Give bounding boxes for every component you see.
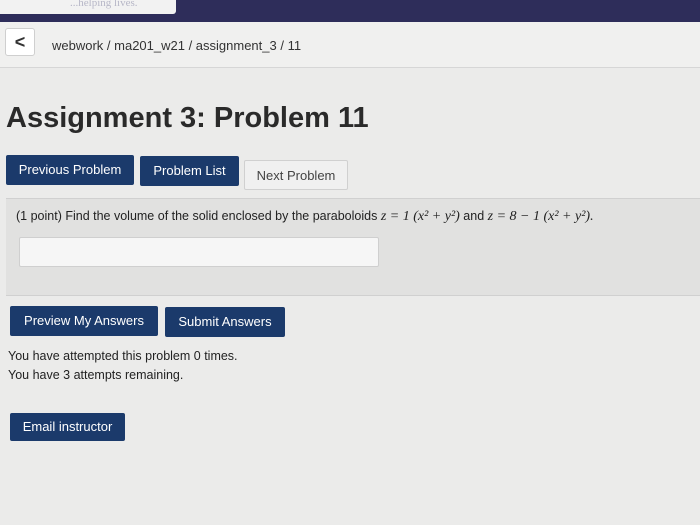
breadcrumb[interactable]: webwork / ma201_w21 / assignment_3 / 11: [52, 38, 301, 53]
preview-answers-button[interactable]: Preview My Answers: [10, 306, 158, 336]
attempts-made-text: You have attempted this problem 0 times.: [8, 349, 238, 363]
answer-input[interactable]: [19, 237, 379, 267]
problem-list-button[interactable]: Problem List: [140, 156, 239, 186]
problem-intro: (1 point) Find the volume of the solid e…: [16, 209, 378, 223]
chevron-left-icon: <: [14, 32, 26, 52]
browser-tab-text: ...helping lives.: [70, 0, 138, 9]
back-button[interactable]: <: [5, 28, 35, 56]
page-title: Assignment 3: Problem 11: [6, 102, 369, 134]
submit-answers-button[interactable]: Submit Answers: [165, 307, 285, 337]
previous-problem-button[interactable]: Previous Problem: [6, 155, 134, 185]
next-problem-button[interactable]: Next Problem: [244, 160, 348, 190]
problem-connector: and: [463, 209, 485, 223]
browser-tab[interactable]: ...helping lives.: [0, 0, 176, 14]
browser-top-bar: ...helping lives.: [0, 0, 700, 22]
equation-2: z = 8 − 1 (x² + y²).: [487, 209, 594, 224]
email-instructor-button[interactable]: Email instructor: [10, 413, 125, 441]
attempts-remaining-text: You have 3 attempts remaining.: [8, 368, 184, 382]
equation-1: z = 1 (x² + y²): [380, 209, 460, 224]
breadcrumb-bar: < webwork / ma201_w21 / assignment_3 / 1…: [0, 22, 700, 68]
problem-box: (1 point) Find the volume of the solid e…: [6, 198, 700, 296]
problem-statement: (1 point) Find the volume of the solid e…: [16, 209, 594, 225]
